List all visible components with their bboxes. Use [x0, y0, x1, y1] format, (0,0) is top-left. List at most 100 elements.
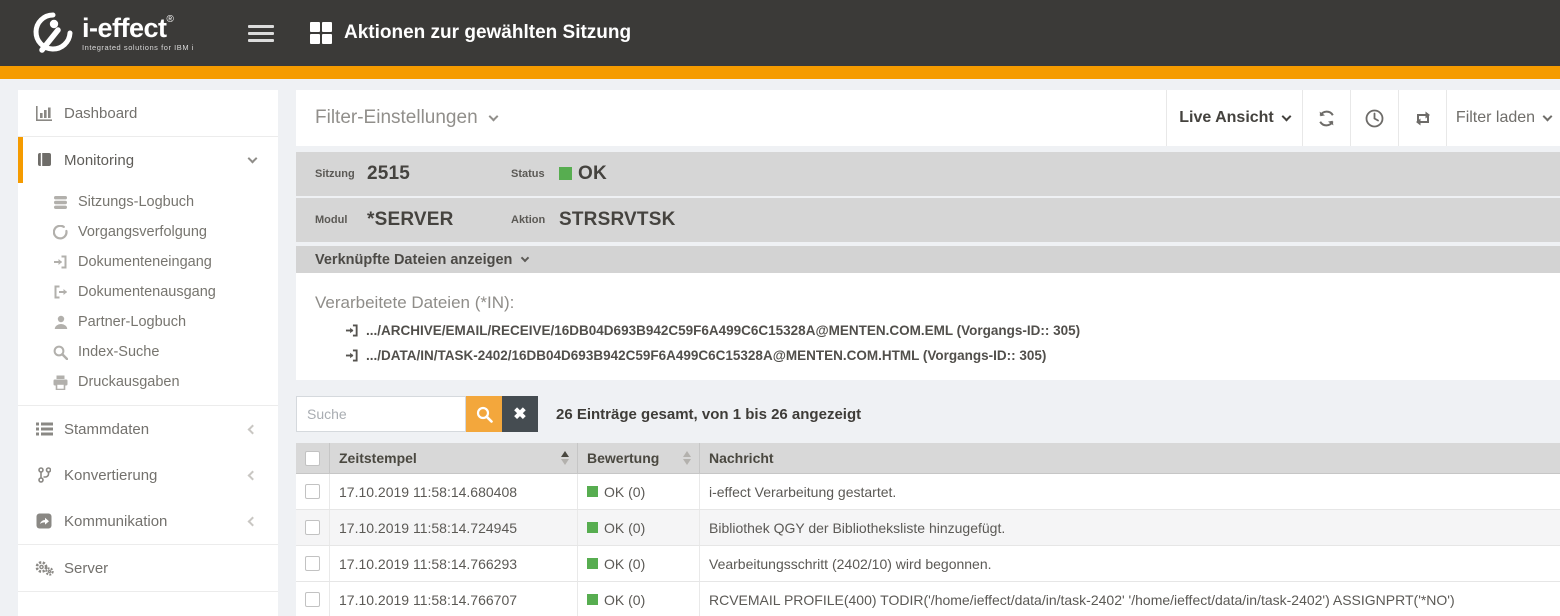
sidebar-item-dashboard[interactable]: Dashboard [18, 90, 278, 136]
printer-icon [51, 375, 70, 390]
close-icon: ✖ [513, 404, 526, 424]
cell-timestamp: 17.10.2019 11:58:14.766707 [330, 582, 578, 616]
table-row[interactable]: 17.10.2019 11:58:14.766293 OK (0) Vearbe… [296, 546, 1560, 582]
search-icon [51, 345, 70, 360]
repeat-icon [1413, 110, 1433, 127]
live-view-dropdown[interactable]: Live Ansicht [1166, 90, 1302, 146]
sidebar-submenu-monitoring: Sitzungs-Logbuch Vorgangsverfolgung Doku… [18, 183, 278, 405]
cell-message: RCVEMAIL PROFILE(400) TODIR('/home/ieffe… [700, 582, 1560, 616]
select-all-checkbox[interactable] [305, 451, 320, 466]
column-header-nachricht[interactable]: Nachricht [700, 443, 1560, 473]
table-row[interactable]: 17.10.2019 11:58:14.680408 OK (0) i-effe… [296, 474, 1560, 510]
sign-in-icon [345, 349, 359, 362]
status-green-square [587, 522, 598, 533]
status-green-square [587, 594, 598, 605]
table-header-row: Zeitstempel Bewertung Nachricht [296, 443, 1560, 474]
sidebar-item-vorgangsverfolgung[interactable]: Vorgangsverfolgung [18, 217, 278, 247]
cell-rating: OK (0) [578, 510, 700, 545]
sidebar-item-label: Vorgangsverfolgung [78, 224, 207, 240]
chevron-down-icon [1281, 111, 1291, 121]
log-table: Zeitstempel Bewertung Nachricht 17.10.20… [296, 443, 1560, 616]
row-checkbox[interactable] [305, 484, 320, 499]
column-header-zeitstempel[interactable]: Zeitstempel [330, 443, 578, 473]
cell-message: i-effect Verarbeitung gestartet. [700, 474, 1560, 509]
sidebar-item-label: Index-Suche [78, 344, 159, 360]
list-icon [33, 422, 55, 436]
column-label: Bewertung [587, 450, 659, 466]
cell-message: Bibliothek QGY der Bibliotheksliste hinz… [700, 510, 1560, 545]
processed-files-title: Verarbeitete Dateien (*IN): [315, 293, 1560, 313]
sidebar-item-label: Sitzungs-Logbuch [78, 194, 194, 210]
sidebar-item-dokumenteneingang[interactable]: Dokumenteneingang [18, 247, 278, 277]
cell-timestamp: 17.10.2019 11:58:14.680408 [330, 474, 578, 509]
linked-files-toggle[interactable]: Verknüpfte Dateien anzeigen [296, 246, 1560, 273]
book-icon [33, 152, 55, 168]
file-path: .../DATA/IN/TASK-2402/16DB04D693B942C59F… [366, 348, 1046, 363]
logo-registered-mark: ® [167, 14, 174, 25]
history-button[interactable] [1350, 90, 1398, 146]
search-input[interactable] [296, 396, 466, 432]
live-view-label: Live Ansicht [1179, 109, 1274, 127]
sidebar-item-stammdaten[interactable]: Stammdaten [18, 406, 278, 452]
sidebar-item-druckausgaben[interactable]: Druckausgaben [18, 367, 278, 397]
filter-settings-toggle[interactable]: Filter-Einstellungen [296, 90, 1166, 146]
search-button[interactable] [466, 396, 502, 432]
sidebar-item-konvertierung[interactable]: Konvertierung [18, 452, 278, 498]
sidebar-item-index-suche[interactable]: Index-Suche [18, 337, 278, 367]
sidebar: Dashboard Monitoring Sitzungs-Logbuch Vo… [18, 90, 278, 616]
row-checkbox[interactable] [305, 520, 320, 535]
clear-search-button[interactable]: ✖ [502, 396, 538, 432]
sidebar-item-monitoring[interactable]: Monitoring [18, 137, 278, 183]
repeat-button[interactable] [1398, 90, 1446, 146]
row-checkbox[interactable] [305, 556, 320, 571]
sidebar-item-server[interactable]: Server [18, 545, 278, 591]
column-header-bewertung[interactable]: Bewertung [578, 443, 700, 473]
sidebar-item-partner-logbuch[interactable]: Partner-Logbuch [18, 307, 278, 337]
code-branch-icon [33, 467, 55, 483]
i-effect-logo[interactable]: i-effect® Integrated solutions for IBM i [30, 12, 230, 54]
circle-progress-icon [51, 225, 70, 240]
sign-in-icon [345, 324, 359, 337]
result-count-summary: 26 Einträge gesamt, von 1 bis 26 angezei… [556, 406, 861, 423]
refresh-icon [1317, 109, 1336, 128]
sign-in-icon [51, 255, 70, 269]
sidebar-item-sitzungs-logbuch[interactable]: Sitzungs-Logbuch [18, 187, 278, 217]
user-icon [51, 315, 70, 330]
sidebar-item-label: Dokumenteneingang [78, 254, 212, 270]
cell-timestamp: 17.10.2019 11:58:14.766293 [330, 546, 578, 581]
database-icon [51, 195, 70, 210]
table-row[interactable]: 17.10.2019 11:58:14.766707 OK (0) RCVEMA… [296, 582, 1560, 616]
chevron-left-icon [248, 470, 258, 480]
filter-load-dropdown[interactable]: Filter laden [1446, 90, 1560, 146]
sidebar-item-dokumentenausgang[interactable]: Dokumentenausgang [18, 277, 278, 307]
file-link[interactable]: .../ARCHIVE/EMAIL/RECEIVE/16DB04D693B942… [345, 323, 1560, 338]
row-checkbox[interactable] [305, 592, 320, 607]
search-icon [476, 406, 493, 423]
chevron-down-icon [1543, 111, 1553, 121]
chevron-down-icon [521, 253, 529, 261]
sitzung-value: 2515 [367, 163, 497, 185]
sitzung-label: Sitzung [315, 168, 367, 180]
sort-icons [683, 451, 691, 465]
status-green-square [559, 167, 572, 180]
sidebar-item-label: Dashboard [64, 105, 137, 122]
status-green-square [587, 486, 598, 497]
table-row[interactable]: 17.10.2019 11:58:14.724945 OK (0) Biblio… [296, 510, 1560, 546]
grid-icon [310, 22, 332, 44]
chevron-left-icon [248, 516, 258, 526]
filter-settings-label: Filter-Einstellungen [315, 107, 478, 129]
aktion-label: Aktion [511, 214, 559, 226]
app-root: { "header": { "logo_text": "i-effect", "… [0, 0, 1560, 616]
file-path: .../ARCHIVE/EMAIL/RECEIVE/16DB04D693B942… [366, 323, 1080, 338]
chevron-down-icon [488, 111, 498, 121]
page-title: Aktionen zur gewählten Sitzung [344, 22, 631, 44]
refresh-button[interactable] [1302, 90, 1350, 146]
sidebar-item-label: Druckausgaben [78, 374, 180, 390]
gears-icon [33, 560, 55, 576]
cell-rating: OK (0) [578, 474, 700, 509]
sidebar-divider [18, 591, 278, 592]
file-link[interactable]: .../DATA/IN/TASK-2402/16DB04D693B942C59F… [345, 348, 1560, 363]
sidebar-item-kommunikation[interactable]: Kommunikation [18, 498, 278, 544]
column-label: Nachricht [709, 450, 774, 466]
menu-toggle-icon[interactable] [248, 21, 274, 46]
